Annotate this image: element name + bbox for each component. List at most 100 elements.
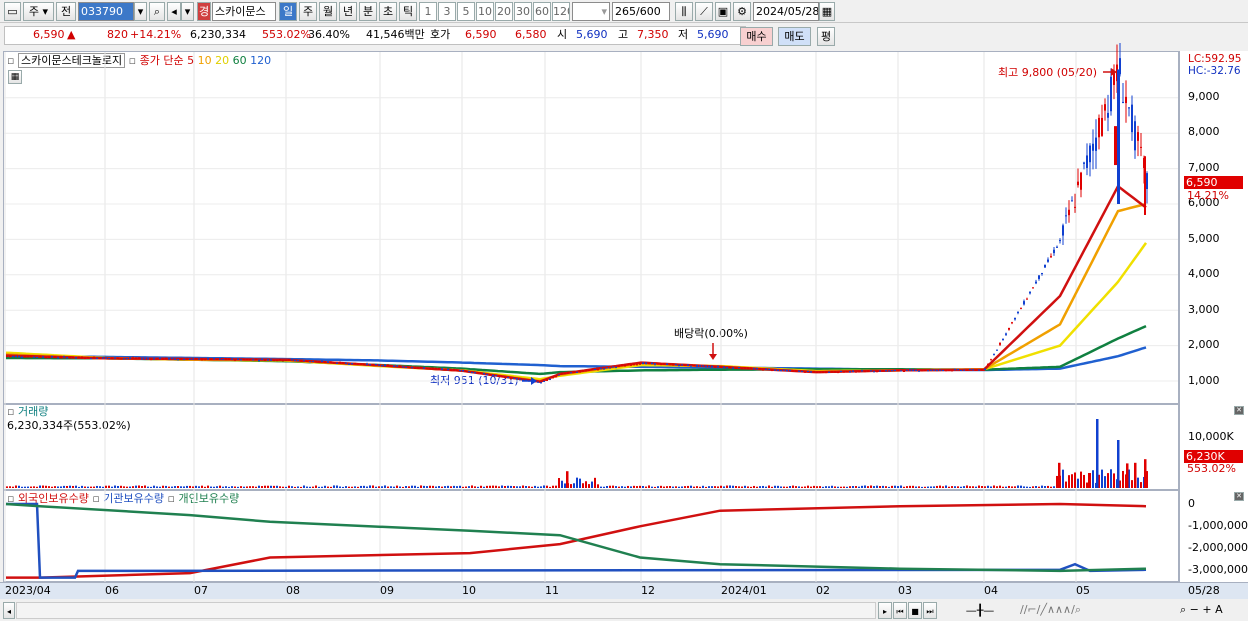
max-candle bbox=[1117, 69, 1120, 204]
volume-bar bbox=[735, 486, 737, 488]
drawing-tools-icon[interactable]: ∕∕⌐∕╱∧∧∧∕⌕ bbox=[1020, 603, 1081, 616]
candle-body bbox=[1035, 281, 1037, 284]
candle-body bbox=[897, 369, 899, 371]
volume-bar bbox=[963, 486, 965, 488]
scroll-track[interactable] bbox=[16, 602, 876, 619]
volume-bar bbox=[411, 485, 413, 488]
volume-bar bbox=[51, 486, 53, 488]
candle-body bbox=[771, 370, 773, 372]
volume-bar bbox=[1086, 482, 1088, 488]
volume-bar bbox=[825, 486, 827, 488]
volume-bar bbox=[867, 486, 869, 488]
candle-body bbox=[639, 363, 641, 365]
volume-bar bbox=[522, 485, 524, 488]
volume-bar bbox=[813, 485, 815, 488]
candle-body bbox=[486, 374, 488, 376]
candle-body bbox=[66, 357, 68, 359]
volume-bar bbox=[678, 486, 680, 488]
candle-body bbox=[108, 358, 110, 360]
volume-bar bbox=[720, 485, 722, 488]
candle-body bbox=[870, 370, 872, 372]
volume-bar bbox=[750, 486, 752, 488]
volume-bar bbox=[741, 486, 743, 488]
volume-bar bbox=[1122, 470, 1124, 488]
candle-body bbox=[726, 367, 728, 369]
volume-bar bbox=[150, 486, 152, 488]
volume-bar bbox=[300, 486, 302, 488]
volume-bar bbox=[807, 485, 809, 488]
candle-body bbox=[858, 371, 860, 373]
volume-bar bbox=[63, 485, 65, 488]
volume-bar bbox=[180, 486, 182, 488]
volume-bar bbox=[195, 485, 197, 488]
volume-bar bbox=[216, 486, 218, 488]
candle-body bbox=[324, 362, 326, 364]
volume-bar bbox=[657, 486, 659, 488]
volume-bar bbox=[99, 486, 101, 488]
candle-body bbox=[666, 363, 668, 365]
volume-bar bbox=[420, 485, 422, 488]
x-label: 09 bbox=[380, 584, 394, 597]
stop-icon[interactable]: ■ bbox=[908, 602, 922, 619]
zoom-slider[interactable]: —╂— bbox=[945, 602, 1015, 619]
candle-body bbox=[141, 358, 143, 360]
volume-bar bbox=[966, 485, 968, 488]
volume-bar bbox=[156, 486, 158, 488]
volume-bar bbox=[1104, 476, 1106, 488]
candle-body bbox=[894, 370, 896, 372]
volume-bar bbox=[417, 486, 419, 488]
volume-bar bbox=[804, 486, 806, 488]
volume-bar bbox=[390, 486, 392, 488]
candle-body bbox=[903, 370, 905, 372]
volume-bar bbox=[861, 485, 863, 488]
scroll-right-icon[interactable]: ▸ bbox=[878, 602, 892, 619]
candle-body bbox=[75, 357, 77, 359]
forward-icon[interactable]: ⏭ bbox=[923, 602, 937, 619]
candle-body bbox=[156, 358, 158, 360]
candle-body bbox=[234, 359, 236, 361]
candle-body bbox=[939, 369, 941, 371]
volume-bar bbox=[528, 486, 530, 488]
volume-bar bbox=[1011, 486, 1013, 488]
volume-bar bbox=[447, 485, 449, 488]
candle-body bbox=[753, 368, 755, 370]
volume-bar bbox=[1062, 469, 1064, 488]
candle-body bbox=[519, 379, 521, 381]
candle-body bbox=[432, 367, 434, 369]
rewind-icon[interactable]: ⏮ bbox=[893, 602, 907, 619]
x-label: 06 bbox=[105, 584, 119, 597]
candle-body bbox=[270, 359, 272, 361]
volume-bar bbox=[279, 486, 281, 488]
candle-body bbox=[561, 373, 563, 375]
volume-bar bbox=[60, 486, 62, 488]
candle-body bbox=[567, 372, 569, 374]
candle-body bbox=[600, 368, 602, 370]
volume-bar bbox=[1032, 486, 1034, 488]
candle-body bbox=[807, 370, 809, 372]
volume-bar bbox=[666, 486, 668, 488]
candle-body bbox=[195, 358, 197, 360]
candle-body bbox=[735, 367, 737, 369]
volume-bar bbox=[828, 486, 830, 488]
candle-body bbox=[651, 362, 653, 364]
candle-body bbox=[411, 367, 413, 369]
volume-bar bbox=[615, 486, 617, 488]
candle-body bbox=[711, 366, 713, 368]
candle-body bbox=[495, 375, 497, 377]
candle-body bbox=[645, 362, 647, 364]
x-label: 04 bbox=[984, 584, 998, 597]
scroll-left-icon[interactable]: ◂ bbox=[3, 602, 15, 619]
candle-body bbox=[636, 364, 638, 366]
volume-bar bbox=[1050, 486, 1052, 488]
candle-body bbox=[1095, 137, 1097, 151]
volume-bar bbox=[1023, 486, 1025, 488]
volume-bar bbox=[555, 485, 557, 488]
candle-body bbox=[93, 357, 95, 359]
candle-body bbox=[585, 370, 587, 372]
volume-bar bbox=[423, 485, 425, 488]
zoom-tools-icon[interactable]: ⌕ − + A bbox=[1180, 603, 1223, 616]
candle-body bbox=[465, 371, 467, 373]
candle-body bbox=[558, 374, 560, 376]
volume-bar bbox=[939, 485, 941, 488]
candle-body bbox=[210, 359, 212, 361]
